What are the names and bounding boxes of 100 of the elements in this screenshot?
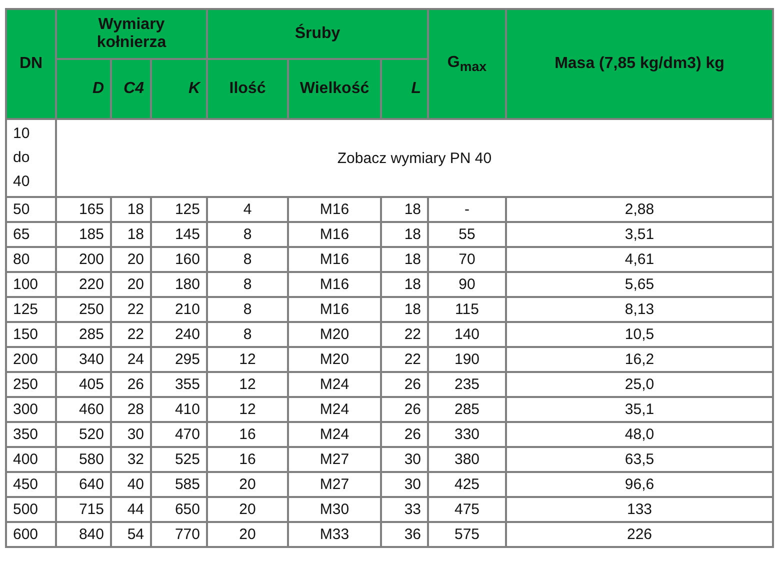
table-cell: 840 [56, 522, 111, 547]
note-cell: Zobacz wymiary PN 40 [56, 119, 773, 197]
table-cell: M24 [288, 372, 381, 397]
table-cell: 4,61 [506, 247, 773, 272]
table-cell: 190 [428, 347, 506, 372]
table-cell: 520 [56, 422, 111, 447]
table-cell: 165 [56, 197, 111, 222]
table-cell: 405 [56, 372, 111, 397]
table-cell: 18 [381, 247, 428, 272]
table-cell: M24 [288, 397, 381, 422]
table-cell: 585 [151, 472, 207, 497]
column-header: G$_{max}$ [428, 9, 506, 119]
table-cell: 400 [6, 447, 56, 472]
table-cell: 525 [151, 447, 207, 472]
column-header: C4 [111, 59, 151, 119]
column-header: K [151, 59, 207, 119]
table-cell: 350 [6, 422, 56, 447]
table-cell: 340 [56, 347, 111, 372]
table-cell: 140 [428, 322, 506, 347]
table-cell: 54 [111, 522, 151, 547]
table-cell: 8,13 [506, 297, 773, 322]
table-cell: 20 [207, 522, 288, 547]
table-cell: 640 [56, 472, 111, 497]
table-cell: 580 [56, 447, 111, 472]
table-cell: 63,5 [506, 447, 773, 472]
table-cell: M27 [288, 447, 381, 472]
table-cell: 226 [506, 522, 773, 547]
table-cell: 200 [56, 247, 111, 272]
table-cell: 36 [381, 522, 428, 547]
column-header: Wymiary kołnierza [56, 9, 207, 59]
table-cell: 210 [151, 297, 207, 322]
table-cell: - [428, 197, 506, 222]
table-cell: 18 [381, 297, 428, 322]
table-cell: 16 [207, 422, 288, 447]
table-cell: 22 [111, 322, 151, 347]
table-cell: 33 [381, 497, 428, 522]
table-cell: 26 [111, 372, 151, 397]
table-cell: 18 [111, 197, 151, 222]
table-cell: 20 [207, 497, 288, 522]
table-cell: 18 [381, 272, 428, 297]
table-cell: 285 [56, 322, 111, 347]
table-cell: 125 [6, 297, 56, 322]
column-header: L [381, 59, 428, 119]
table-cell: 600 [6, 522, 56, 547]
table-cell: 8 [207, 222, 288, 247]
table-cell: 650 [151, 497, 207, 522]
table-cell: 18 [381, 197, 428, 222]
table-cell: 18 [111, 222, 151, 247]
column-header: Śruby [207, 9, 428, 59]
table-cell: M20 [288, 347, 381, 372]
table-cell: 55 [428, 222, 506, 247]
column-header: Masa (7,85 kg/dm3) kg [506, 9, 773, 119]
column-header: DN [6, 9, 56, 119]
table-cell: 250 [56, 297, 111, 322]
table-cell: 500 [6, 497, 56, 522]
table-cell: 12 [207, 347, 288, 372]
table-cell: 450 [6, 472, 56, 497]
table-cell: 295 [151, 347, 207, 372]
table-cell: 20 [207, 472, 288, 497]
table-cell: M20 [288, 322, 381, 347]
table-cell: 44 [111, 497, 151, 522]
column-header: Wielkość [288, 59, 381, 119]
table-cell: 26 [381, 422, 428, 447]
table-cell: 8 [207, 322, 288, 347]
table-cell: 22 [111, 297, 151, 322]
table-cell: M16 [288, 197, 381, 222]
table-cell: 470 [151, 422, 207, 447]
table-cell: 10 do 40 [6, 119, 56, 197]
table-cell: M16 [288, 272, 381, 297]
table-cell: 30 [111, 422, 151, 447]
table-cell: M30 [288, 497, 381, 522]
table-cell: M24 [288, 422, 381, 447]
table-cell: 20 [111, 247, 151, 272]
table-cell: 150 [6, 322, 56, 347]
table-cell: 26 [381, 372, 428, 397]
table-cell: 330 [428, 422, 506, 447]
table-cell: M16 [288, 247, 381, 272]
table-cell: 30 [381, 472, 428, 497]
table-cell: 2,88 [506, 197, 773, 222]
table-cell: 425 [428, 472, 506, 497]
table-cell: 460 [56, 397, 111, 422]
table-cell: 22 [381, 322, 428, 347]
table-cell: 22 [381, 347, 428, 372]
table-cell: 715 [56, 497, 111, 522]
table-cell: 16,2 [506, 347, 773, 372]
table-cell: 26 [381, 397, 428, 422]
table-cell: 575 [428, 522, 506, 547]
table-cell: 5,65 [506, 272, 773, 297]
table-cell: 115 [428, 297, 506, 322]
table-cell: 8 [207, 272, 288, 297]
table-cell: 10,5 [506, 322, 773, 347]
table-cell: M33 [288, 522, 381, 547]
table-cell: M27 [288, 472, 381, 497]
table-cell: 24 [111, 347, 151, 372]
table-cell: 8 [207, 247, 288, 272]
table-cell: 200 [6, 347, 56, 372]
column-header: D [56, 59, 111, 119]
table-cell: 32 [111, 447, 151, 472]
column-header: Ilość [207, 59, 288, 119]
table-cell: 220 [56, 272, 111, 297]
